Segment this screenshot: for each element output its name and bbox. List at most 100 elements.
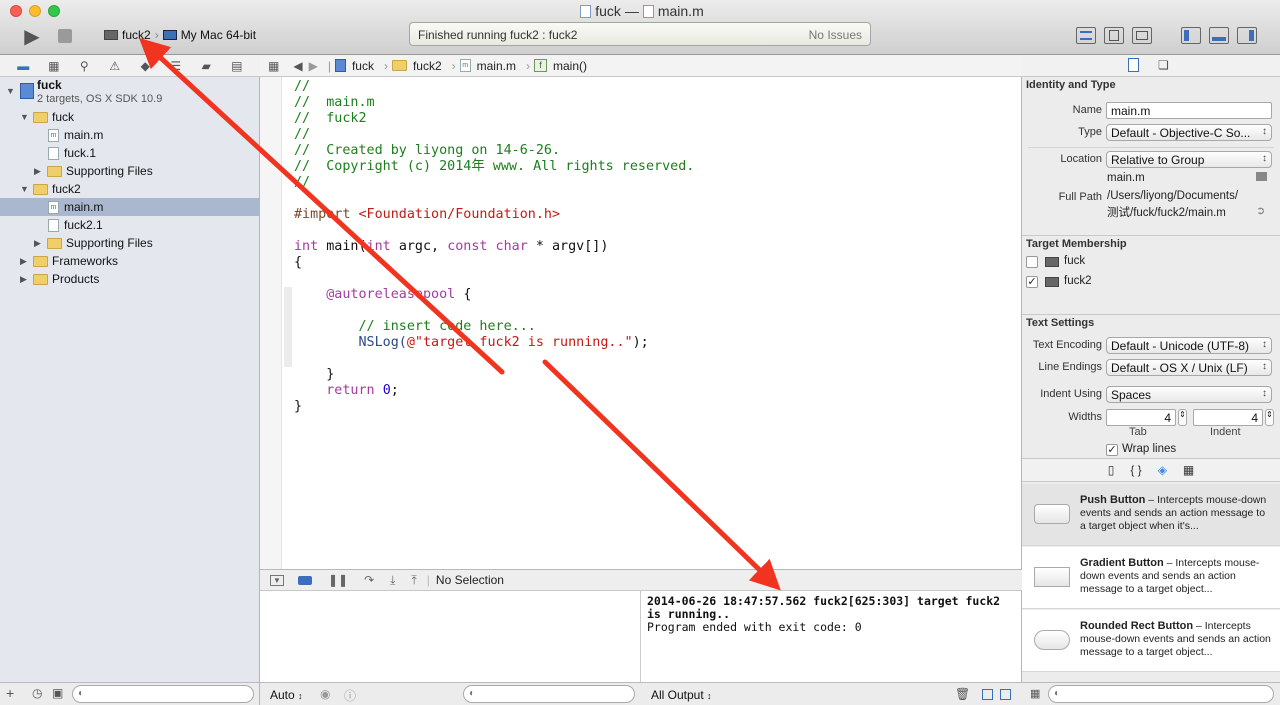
variables-scope-popup[interactable]: Auto ↕ [270, 688, 303, 702]
toggle-debug-area-button[interactable] [1209, 27, 1229, 44]
symbol-navigator-icon[interactable]: ▦ [45, 59, 63, 73]
debug-bar: ▼ ❚❚ ↷ ⤓ ⤒ | No Selection [260, 569, 1022, 591]
tab-width-field[interactable]: 4 [1106, 409, 1176, 426]
folder-icon[interactable]: ▬ [14, 59, 32, 73]
media-library-icon[interactable]: ▦ [1183, 463, 1194, 477]
related-items-icon[interactable]: ▦ [268, 59, 279, 73]
warning-icon[interactable]: ⚠ [106, 59, 124, 73]
list-item[interactable]: ▶ Supporting Files [0, 234, 259, 252]
breakpoint-icon[interactable]: ▰ [197, 59, 215, 73]
location-popup[interactable]: Relative to Group [1106, 151, 1272, 168]
indent-width-field[interactable]: 4 [1193, 409, 1263, 426]
disclosure-open-icon[interactable]: ▼ [20, 184, 29, 194]
info-icon[interactable]: ⓘ [344, 687, 356, 704]
trash-icon[interactable]: 🗑 [955, 687, 970, 701]
window-title-project: fuck [595, 3, 621, 19]
list-item[interactable]: ▶ Frameworks [0, 252, 259, 270]
folder-icon[interactable] [1256, 172, 1267, 181]
version-editor-button[interactable] [1132, 27, 1152, 44]
library-selector-bar: ▯ { } ◈ ▦ [1022, 458, 1280, 482]
library-item[interactable]: Gradient Button – Intercepts mouse-down … [1022, 547, 1280, 609]
wrap-lines-checkbox[interactable]: ✓ [1106, 444, 1118, 456]
library-item[interactable]: Rounded Rect Button – Intercepts mouse-d… [1022, 610, 1280, 672]
toggle-utilities-button[interactable] [1237, 27, 1257, 44]
list-item[interactable]: ▶ Supporting Files [0, 162, 259, 180]
list-item[interactable]: fuck.1 [0, 144, 259, 162]
line-endings-popup[interactable]: Default - OS X / Unix (LF) [1106, 359, 1272, 376]
file-inspector-icon[interactable] [1128, 58, 1139, 72]
object-library-icon[interactable]: ◈ [1158, 463, 1167, 477]
breadcrumb-project[interactable]: fuck [352, 59, 374, 73]
navigator-filter-input[interactable]: ◐ [72, 685, 254, 703]
issues-status[interactable]: No Issues [809, 28, 862, 42]
search-icon: ◐ [1054, 688, 1061, 699]
file-template-icon[interactable]: ▯ [1108, 463, 1115, 477]
reveal-arrow-icon[interactable]: ➲ [1256, 204, 1265, 217]
name-field[interactable]: main.m [1106, 102, 1272, 119]
quick-help-icon[interactable]: ❏ [1158, 58, 1169, 72]
destination-name[interactable]: My Mac 64-bit [181, 28, 256, 42]
tab-width-stepper[interactable]: ⇕ [1178, 409, 1187, 426]
variables-filter-input[interactable]: ◐ [463, 685, 635, 703]
disclosure-open-icon[interactable]: ▼ [20, 112, 29, 122]
type-popup[interactable]: Default - Objective-C So... [1106, 124, 1272, 141]
breadcrumb-file[interactable]: main.m [477, 59, 516, 73]
code-fold-ribbon[interactable] [284, 287, 292, 367]
search-icon[interactable]: ⚲ [75, 59, 93, 73]
code-snippet-icon[interactable]: { } [1130, 463, 1141, 477]
list-item-selected[interactable]: m main.m [0, 198, 259, 216]
test-icon[interactable]: ◆ [136, 59, 154, 73]
list-item[interactable]: ▶ Products [0, 270, 259, 288]
list-item[interactable]: ▼ fuck2 [0, 180, 259, 198]
standard-editor-button[interactable] [1076, 27, 1096, 44]
indent-using-popup[interactable]: Spaces [1106, 386, 1272, 403]
chevron-updown-icon: ↕ [298, 691, 303, 701]
unsaved-files-icon[interactable]: ▣ [52, 686, 63, 700]
run-button[interactable]: ▶ [20, 26, 44, 48]
step-into-icon[interactable]: ⤓ [390, 573, 395, 588]
breakpoints-toggle-icon[interactable] [298, 575, 312, 585]
console-output[interactable]: 2014-06-26 18:47:57.562 fuck2[625:303] t… [641, 591, 1022, 682]
log-icon[interactable]: ▤ [228, 59, 246, 73]
library-item[interactable]: Push Button – Intercepts mouse-down even… [1022, 484, 1280, 546]
stop-button[interactable] [56, 28, 74, 44]
list-item[interactable]: ▼ fuck [0, 108, 259, 126]
variables-view[interactable] [260, 591, 641, 682]
disclosure-closed-icon[interactable]: ▶ [20, 274, 27, 285]
editor-gutter[interactable] [260, 77, 282, 569]
toggle-navigator-button[interactable] [1181, 27, 1201, 44]
eye-icon[interactable]: ◉ [320, 687, 330, 701]
back-arrow-icon[interactable]: ◀ [293, 59, 302, 73]
target-checkbox-fuck2[interactable]: ✓ [1026, 276, 1038, 288]
indent-width-stepper[interactable]: ⇕ [1265, 409, 1274, 426]
disclosure-open-icon[interactable]: ▼ [6, 86, 15, 96]
library-filter-input[interactable]: ◐ [1048, 685, 1274, 703]
breadcrumb-group[interactable]: fuck2 [413, 59, 442, 73]
grid-view-icon[interactable]: ▦ [1030, 687, 1040, 700]
list-item[interactable]: fuck2.1 [0, 216, 259, 234]
list-item[interactable]: m main.m [0, 126, 259, 144]
project-row[interactable]: ▼ fuck 2 targets, OS X SDK 10.9 [0, 77, 259, 107]
hide-debug-icon[interactable]: ▼ [270, 574, 284, 586]
assistant-editor-button[interactable] [1104, 27, 1124, 44]
console-output-popup[interactable]: All Output ↕ [651, 688, 712, 702]
debug-icon[interactable]: ☰ [167, 59, 185, 73]
source-editor[interactable]: // // main.m // fuck2 // // Created by l… [260, 77, 1022, 569]
disclosure-closed-icon[interactable]: ▶ [34, 166, 41, 177]
disclosure-closed-icon[interactable]: ▶ [34, 238, 41, 249]
recent-files-icon[interactable]: ◷ [32, 686, 42, 700]
breadcrumb-function[interactable]: main() [553, 59, 587, 73]
add-icon[interactable]: + [6, 685, 14, 701]
text-encoding-popup[interactable]: Default - Unicode (UTF-8) [1106, 337, 1272, 354]
scheme-name[interactable]: fuck2 [122, 28, 151, 42]
step-over-icon[interactable]: ↷ [364, 573, 374, 587]
pause-icon[interactable]: ❚❚ [328, 573, 348, 587]
target-checkbox-fuck[interactable] [1026, 256, 1038, 268]
step-out-icon[interactable]: ⤒ [411, 573, 416, 588]
disclosure-closed-icon[interactable]: ▶ [20, 256, 27, 267]
left-split-icon[interactable] [982, 689, 993, 700]
scheme-selector[interactable]: fuck2 › My Mac 64-bit [104, 28, 256, 42]
code-text[interactable]: // // main.m // fuck2 // // Created by l… [294, 79, 694, 415]
forward-arrow-icon[interactable]: ▶ [309, 59, 318, 73]
right-split-icon[interactable] [1000, 689, 1011, 700]
